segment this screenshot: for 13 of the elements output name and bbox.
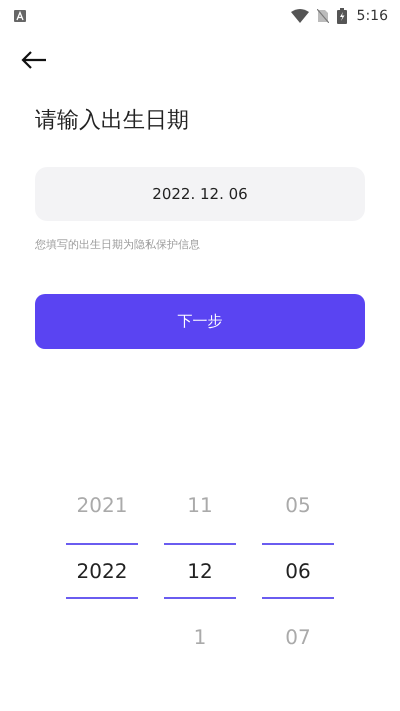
status-time: 5:16: [356, 8, 388, 24]
wifi-icon: [290, 9, 309, 23]
no-sim-icon: [316, 9, 329, 23]
picker-option[interactable]: 06: [262, 543, 334, 599]
back-button[interactable]: [20, 49, 48, 71]
page-title: 请输入出生日期: [35, 107, 190, 135]
date-field[interactable]: 2022. 12. 06: [35, 167, 365, 221]
picker-option[interactable]: 12: [164, 543, 236, 599]
notification-icon: [14, 10, 26, 22]
picker-option[interactable]: 2022: [66, 543, 138, 599]
next-button[interactable]: 下一步: [35, 294, 365, 349]
battery-icon: [336, 8, 347, 24]
privacy-hint: 您填写的出生日期为隐私保护信息: [35, 237, 201, 252]
